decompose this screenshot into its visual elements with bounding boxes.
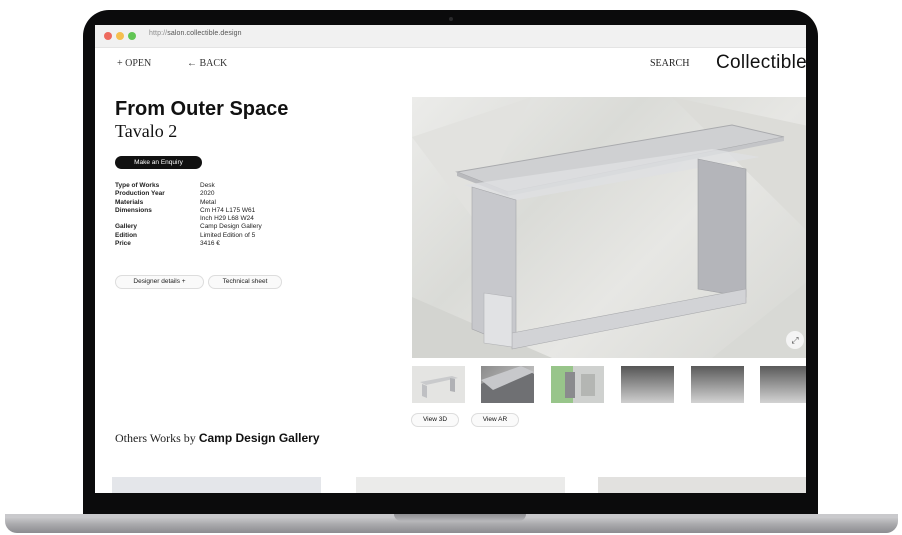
product-image[interactable]: ⤢ [412, 97, 806, 358]
spec-row: Edition Limited Edition of 5 [115, 232, 262, 240]
spec-key: Production Year [115, 190, 165, 198]
spec-value: 2020 [200, 190, 215, 198]
spec-key: Price [115, 240, 131, 248]
spec-value: Inch H29 L68 W24 [200, 215, 254, 223]
view-ar-button[interactable]: View AR [471, 413, 519, 427]
search-button[interactable]: SEARCH [650, 58, 689, 69]
thumb-desk [420, 376, 458, 398]
spec-value: Metal [200, 198, 216, 206]
product-name: Tavalo 2 [115, 121, 178, 141]
close-window-button[interactable] [104, 32, 112, 40]
thumbnail-5[interactable] [691, 366, 744, 403]
spec-key: Type of Works [115, 182, 160, 189]
browser-chrome: http://salon.collectible.design [95, 25, 806, 48]
work-card[interactable] [356, 477, 565, 493]
spec-key: Dimensions [115, 206, 152, 214]
maximize-window-button[interactable] [128, 32, 136, 40]
thumbnail-2[interactable] [481, 366, 534, 403]
other-works-prefix: Others Works by [115, 431, 199, 445]
page-title: From Outer Space [115, 98, 289, 120]
thumbnail-6[interactable] [760, 366, 806, 403]
spec-value: 3416 € [200, 240, 220, 248]
open-menu-button[interactable]: + OPEN [117, 58, 151, 69]
camera-icon [449, 17, 453, 21]
thumb-green-detail [551, 366, 604, 403]
minimize-window-button[interactable] [116, 32, 124, 40]
thumbnail-4[interactable] [621, 366, 674, 403]
spec-value: Limited Edition of 5 [200, 231, 256, 239]
screen: http://salon.collectible.design + OPEN ←… [95, 25, 806, 493]
thumbnail-3[interactable] [551, 366, 604, 403]
spec-row: Gallery Camp Design Gallery [115, 223, 262, 231]
spec-row: Price 3416 € [115, 240, 262, 248]
back-button[interactable]: ← BACK [187, 58, 227, 69]
spec-row: Type of Works Desk [115, 182, 262, 190]
other-works-gallery[interactable]: Camp Design Gallery [199, 431, 320, 445]
spec-value: Cm H74 L175 W61 [200, 206, 256, 214]
spec-value: Desk [200, 182, 215, 189]
spec-value: Camp Design Gallery [200, 223, 262, 231]
spec-key [115, 215, 200, 223]
url-host: salon.collectible.design [167, 30, 242, 37]
spec-key: Gallery [115, 223, 138, 231]
enquiry-button[interactable]: Make an Enquiry [115, 156, 202, 169]
logo[interactable]: Collectible [716, 52, 806, 74]
spec-row: Materials Metal [115, 199, 262, 207]
desk-illustration [412, 97, 806, 358]
view-3d-button[interactable]: View 3D [411, 413, 459, 427]
laptop-notch [394, 514, 526, 521]
technical-sheet-button[interactable]: Technical sheet [208, 275, 282, 289]
url-prefix: http:// [149, 30, 168, 37]
spec-key: Edition [115, 231, 138, 239]
spec-key: Materials [115, 198, 144, 206]
spec-list: Type of Works Desk Production Year 2020 Ma… [115, 182, 262, 248]
thumb-closeup [481, 366, 534, 403]
work-card[interactable] [112, 477, 321, 493]
spec-row: Inch H29 L68 W24 [115, 215, 262, 223]
spec-row: Dimensions Cm H74 L175 W61 [115, 207, 262, 215]
address-bar[interactable]: http://salon.collectible.design [149, 30, 242, 37]
spec-row: Production Year 2020 [115, 190, 262, 198]
other-works-heading: Others Works by Camp Design Gallery [115, 431, 320, 446]
expand-icon[interactable]: ⤢ [786, 331, 804, 349]
designer-details-button[interactable]: Designer details + [115, 275, 204, 289]
work-card[interactable] [598, 477, 806, 493]
thumbnail-1[interactable] [412, 366, 465, 403]
